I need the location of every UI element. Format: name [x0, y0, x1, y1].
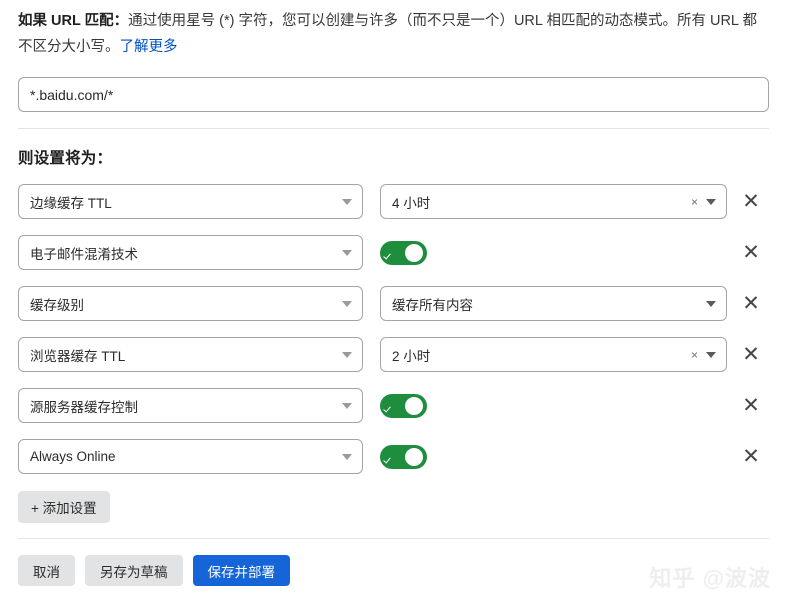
setting-value-label-2: 缓存所有内容 [392, 297, 473, 313]
toggle-knob [405, 397, 423, 415]
close-small-icon[interactable]: × [691, 196, 698, 208]
divider-top [18, 128, 769, 129]
table-row: 边缘缓存 TTL 4 小时 × ✕ [0, 184, 787, 235]
setting-key-label-1: 电子邮件混淆技术 [30, 246, 138, 262]
setting-key-select-3[interactable]: 浏览器缓存 TTL [18, 337, 363, 372]
table-row: 源服务器缓存控制 ✕ [0, 388, 787, 439]
url-pattern-input[interactable] [18, 77, 769, 112]
form-actions: 取消 另存为草稿 保存并部署 [18, 555, 290, 586]
table-row: 电子邮件混淆技术 ✕ [0, 235, 787, 286]
chevron-down-icon [706, 300, 716, 307]
add-setting-button[interactable]: + 添加设置 [18, 491, 110, 523]
save-as-draft-button[interactable]: 另存为草稿 [85, 555, 183, 586]
remove-setting-button-2[interactable]: ✕ [740, 289, 762, 317]
chevron-down-icon [342, 198, 352, 205]
settings-section-title: 则设置将为： [18, 150, 113, 167]
setting-value-label-3: 2 小时 [392, 348, 431, 364]
chevron-down-icon [342, 300, 352, 307]
setting-value-select-3[interactable]: 2 小时 × [380, 337, 727, 372]
remove-setting-button-1[interactable]: ✕ [740, 238, 762, 266]
table-row: Always Online ✕ [0, 439, 787, 490]
toggle-knob [405, 244, 423, 262]
setting-key-label-0: 边缘缓存 TTL [30, 195, 112, 211]
setting-key-label-4: 源服务器缓存控制 [30, 399, 138, 415]
setting-value-select-2[interactable]: 缓存所有内容 [380, 286, 727, 321]
setting-key-select-0[interactable]: 边缘缓存 TTL [18, 184, 363, 219]
cancel-button[interactable]: 取消 [18, 555, 75, 586]
chevron-down-icon [342, 351, 352, 358]
chevron-down-icon [342, 249, 352, 256]
setting-value-label-0: 4 小时 [392, 195, 431, 211]
toggle-knob [405, 448, 423, 466]
check-icon [384, 452, 395, 463]
watermark: 知乎 @波波 [649, 566, 771, 591]
table-row: 缓存级别 缓存所有内容 ✕ [0, 286, 787, 337]
rule-description: 如果 URL 匹配：通过使用星号 (*) 字符，您可以创建与许多（而不只是一个）… [18, 8, 770, 60]
setting-key-select-1[interactable]: 电子邮件混淆技术 [18, 235, 363, 270]
setting-toggle-4[interactable] [380, 394, 427, 418]
chevron-down-icon [706, 351, 716, 358]
remove-setting-button-4[interactable]: ✕ [740, 391, 762, 419]
close-small-icon[interactable]: × [691, 349, 698, 361]
setting-key-label-5: Always Online [30, 449, 116, 464]
divider-bottom [18, 538, 769, 539]
check-icon [384, 401, 395, 412]
table-row: 浏览器缓存 TTL 2 小时 × ✕ [0, 337, 787, 388]
rule-description-lead: 如果 URL 匹配： [18, 13, 129, 29]
chevron-down-icon [342, 453, 352, 460]
remove-setting-button-5[interactable]: ✕ [740, 442, 762, 470]
setting-key-label-3: 浏览器缓存 TTL [30, 348, 126, 364]
remove-setting-button-0[interactable]: ✕ [740, 187, 762, 215]
remove-setting-button-3[interactable]: ✕ [740, 340, 762, 368]
setting-key-select-5[interactable]: Always Online [18, 439, 363, 474]
setting-key-select-2[interactable]: 缓存级别 [18, 286, 363, 321]
save-and-deploy-button[interactable]: 保存并部署 [192, 555, 290, 586]
chevron-down-icon [342, 402, 352, 409]
setting-value-select-0[interactable]: 4 小时 × [380, 184, 727, 219]
setting-key-select-4[interactable]: 源服务器缓存控制 [18, 388, 363, 423]
check-icon [384, 248, 395, 259]
setting-key-label-2: 缓存级别 [30, 297, 84, 313]
learn-more-link[interactable]: 了解更多 [120, 39, 178, 55]
settings-rows: 边缘缓存 TTL 4 小时 × ✕ 电子邮件混淆技术 ✕ 缓存级别 缓存所有内容 [0, 184, 787, 490]
setting-toggle-1[interactable] [380, 241, 427, 265]
setting-toggle-5[interactable] [380, 445, 427, 469]
chevron-down-icon [706, 198, 716, 205]
